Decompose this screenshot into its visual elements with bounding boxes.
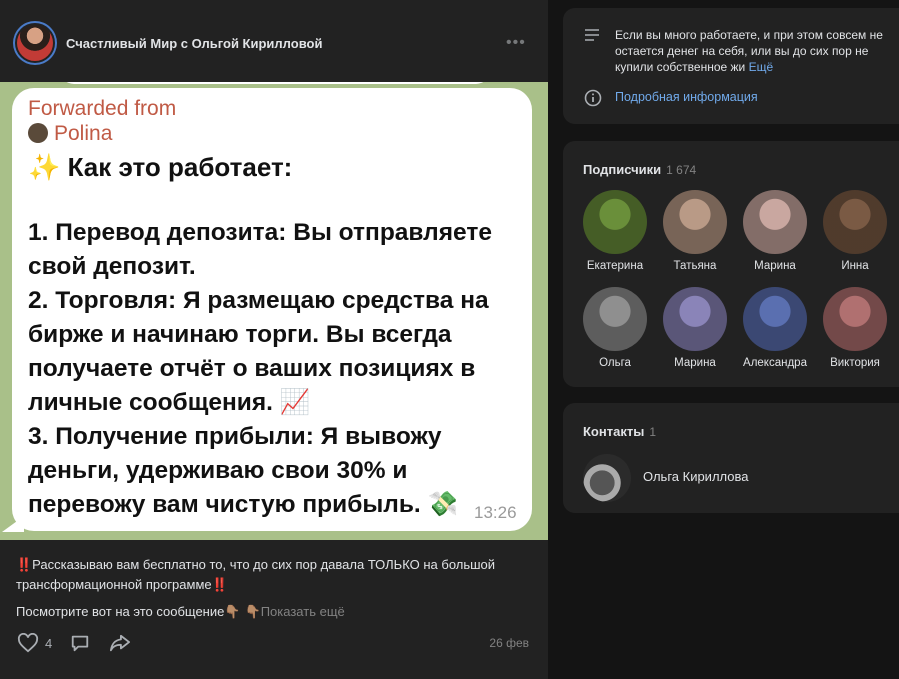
subscriber-avatar[interactable] [743,190,807,254]
subscriber-name[interactable]: Ольга [575,357,655,369]
subscriber-avatar[interactable] [663,287,727,351]
subscribers-card: Подписчики 1 674 Екатерина Татьяна Марина Ин… [563,141,899,387]
chat-bubble: Forwarded from Polina ✨ Как это работает… [12,88,532,531]
contacts-count: 1 [649,425,656,439]
contacts-card: Контакты 1 Ольга Кириллова [563,403,899,513]
about-card: Если вы много работаете, и при этом совс… [563,8,899,124]
subscriber-avatar[interactable] [823,287,887,351]
contacts-title[interactable]: Контакты 1 [583,424,656,439]
share-button[interactable] [109,632,131,654]
like-count: 4 [45,635,53,651]
subscriber-avatar[interactable] [663,190,727,254]
post-header: Счастливый Мир с Ольгой Кирилловой ••• [0,0,548,82]
subscriber-name[interactable]: Марина [655,357,735,369]
subscriber-avatar[interactable] [583,287,647,351]
post-image[interactable]: Forwarded from Polina ✨ Как это работает… [0,82,548,540]
post-text: ‼️Рассказываю вам бесплатно то, что до с… [16,557,496,592]
subscriber-name[interactable]: Екатерина [575,260,655,272]
heart-icon [17,633,39,653]
group-name[interactable]: Счастливый Мир с Ольгой Кирилловой [66,36,322,51]
post-date[interactable]: 26 фев [489,636,529,650]
contact-name[interactable]: Ольга Кириллова [643,469,749,484]
subscriber-item[interactable]: Екатерина [575,190,655,272]
post-text-second: Посмотрите вот на это сообщение👇🏽 👇🏽Показ… [16,604,345,619]
subscriber-avatar[interactable] [823,190,887,254]
show-more-link[interactable]: 👇🏽Показать ещё [245,604,345,619]
comment-icon [71,635,89,652]
subscribers-count: 1 674 [666,163,697,177]
subscribers-title[interactable]: Подписчики 1 674 [583,162,696,177]
about-more-link[interactable]: Ещё [749,60,774,74]
forwarded-user: Polina [28,122,112,146]
like-button[interactable]: 4 [17,632,52,654]
about-text: Если вы много работаете, и при этом совс… [615,28,883,74]
info-icon [584,89,602,107]
more-info-link[interactable]: Подробная информация [615,90,758,104]
subscriber-avatar[interactable] [583,190,647,254]
subscriber-name[interactable]: Виктория [815,357,895,369]
subscriber-item[interactable]: Марина [655,287,735,369]
message-body: 1. Перевод депозита: Вы отправляете свой… [28,219,492,518]
comment-button[interactable] [70,632,90,654]
subscriber-item[interactable]: Виктория [815,287,895,369]
subscriber-avatar[interactable] [743,287,807,351]
subscriber-item[interactable]: Александра [735,287,815,369]
more-dots-icon[interactable]: ••• [506,34,526,52]
subscriber-name[interactable]: Александра [735,357,815,369]
message-title: ✨ Как это работает: [28,152,293,182]
forwarded-label: Forwarded from [28,97,177,120]
description-icon [585,29,599,41]
user-avatar-icon [28,123,48,143]
subscriber-item[interactable]: Инна [815,190,895,272]
share-icon [110,634,130,652]
group-avatar[interactable] [13,21,57,65]
contact-avatar[interactable] [583,454,631,502]
subscriber-item[interactable]: Ольга [575,287,655,369]
post-card: Счастливый Мир с Ольгой Кирилловой ••• F… [0,0,548,679]
subscriber-item[interactable]: Марина [735,190,815,272]
message-time: 13:26 [474,503,517,522]
post-actions: 4 26 фев [17,632,529,656]
subscriber-item[interactable]: Татьяна [655,190,735,272]
subscriber-name[interactable]: Татьяна [655,260,735,272]
subscriber-name[interactable]: Марина [735,260,815,272]
subscriber-name[interactable]: Инна [815,260,895,272]
